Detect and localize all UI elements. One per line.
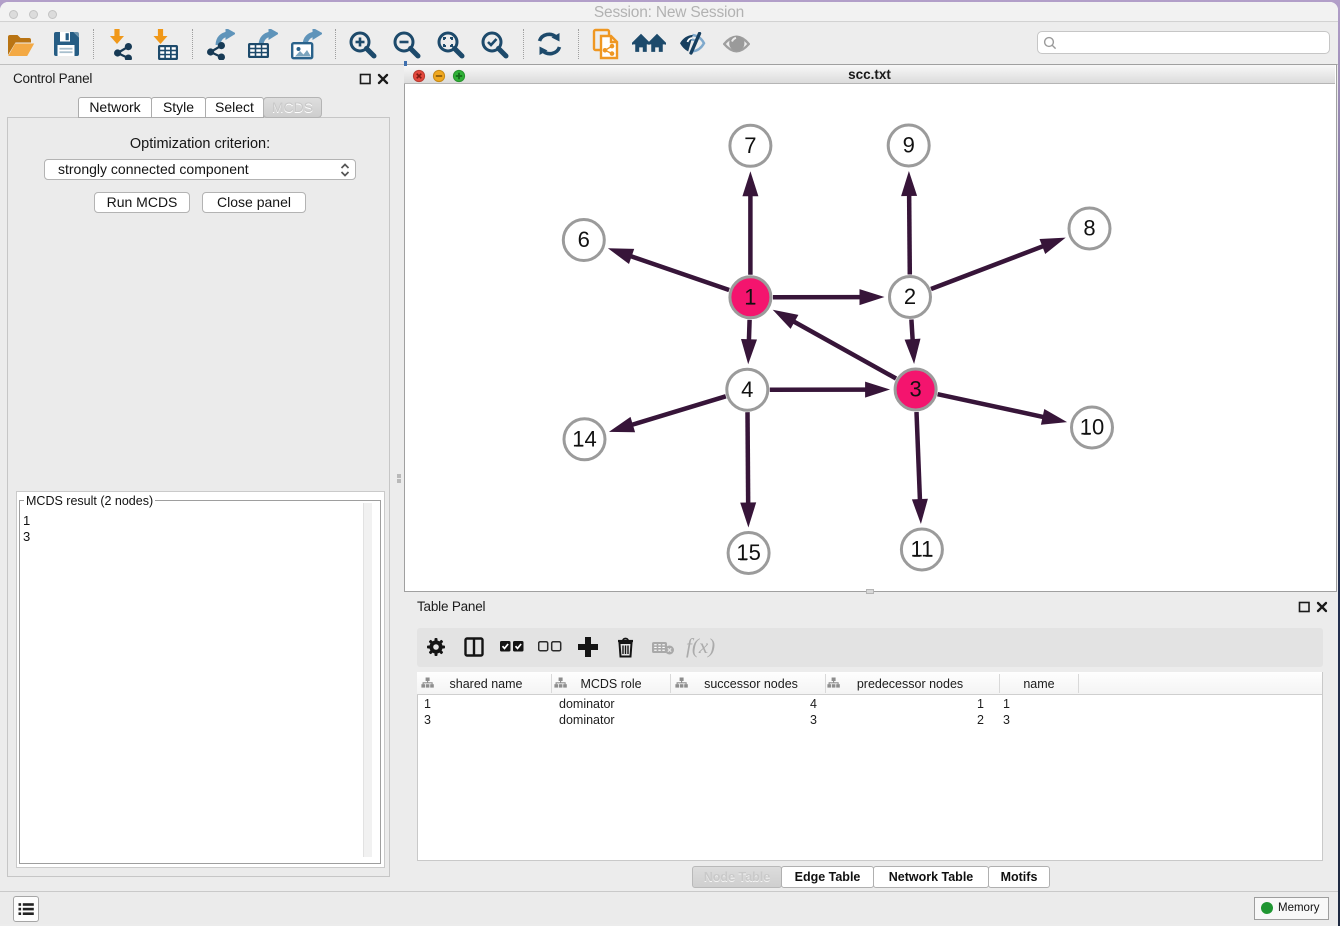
svg-text:4: 4 [741,377,753,402]
svg-text:15: 15 [736,540,760,565]
svg-text:2: 2 [904,284,916,309]
svg-text:8: 8 [1083,216,1095,241]
svg-text:14: 14 [572,427,596,452]
svg-text:3: 3 [909,377,921,402]
svg-text:1: 1 [744,285,756,310]
svg-text:10: 10 [1080,415,1104,440]
svg-text:11: 11 [910,537,933,562]
svg-text:9: 9 [903,133,915,158]
svg-text:7: 7 [744,133,756,158]
svg-text:6: 6 [578,227,590,252]
